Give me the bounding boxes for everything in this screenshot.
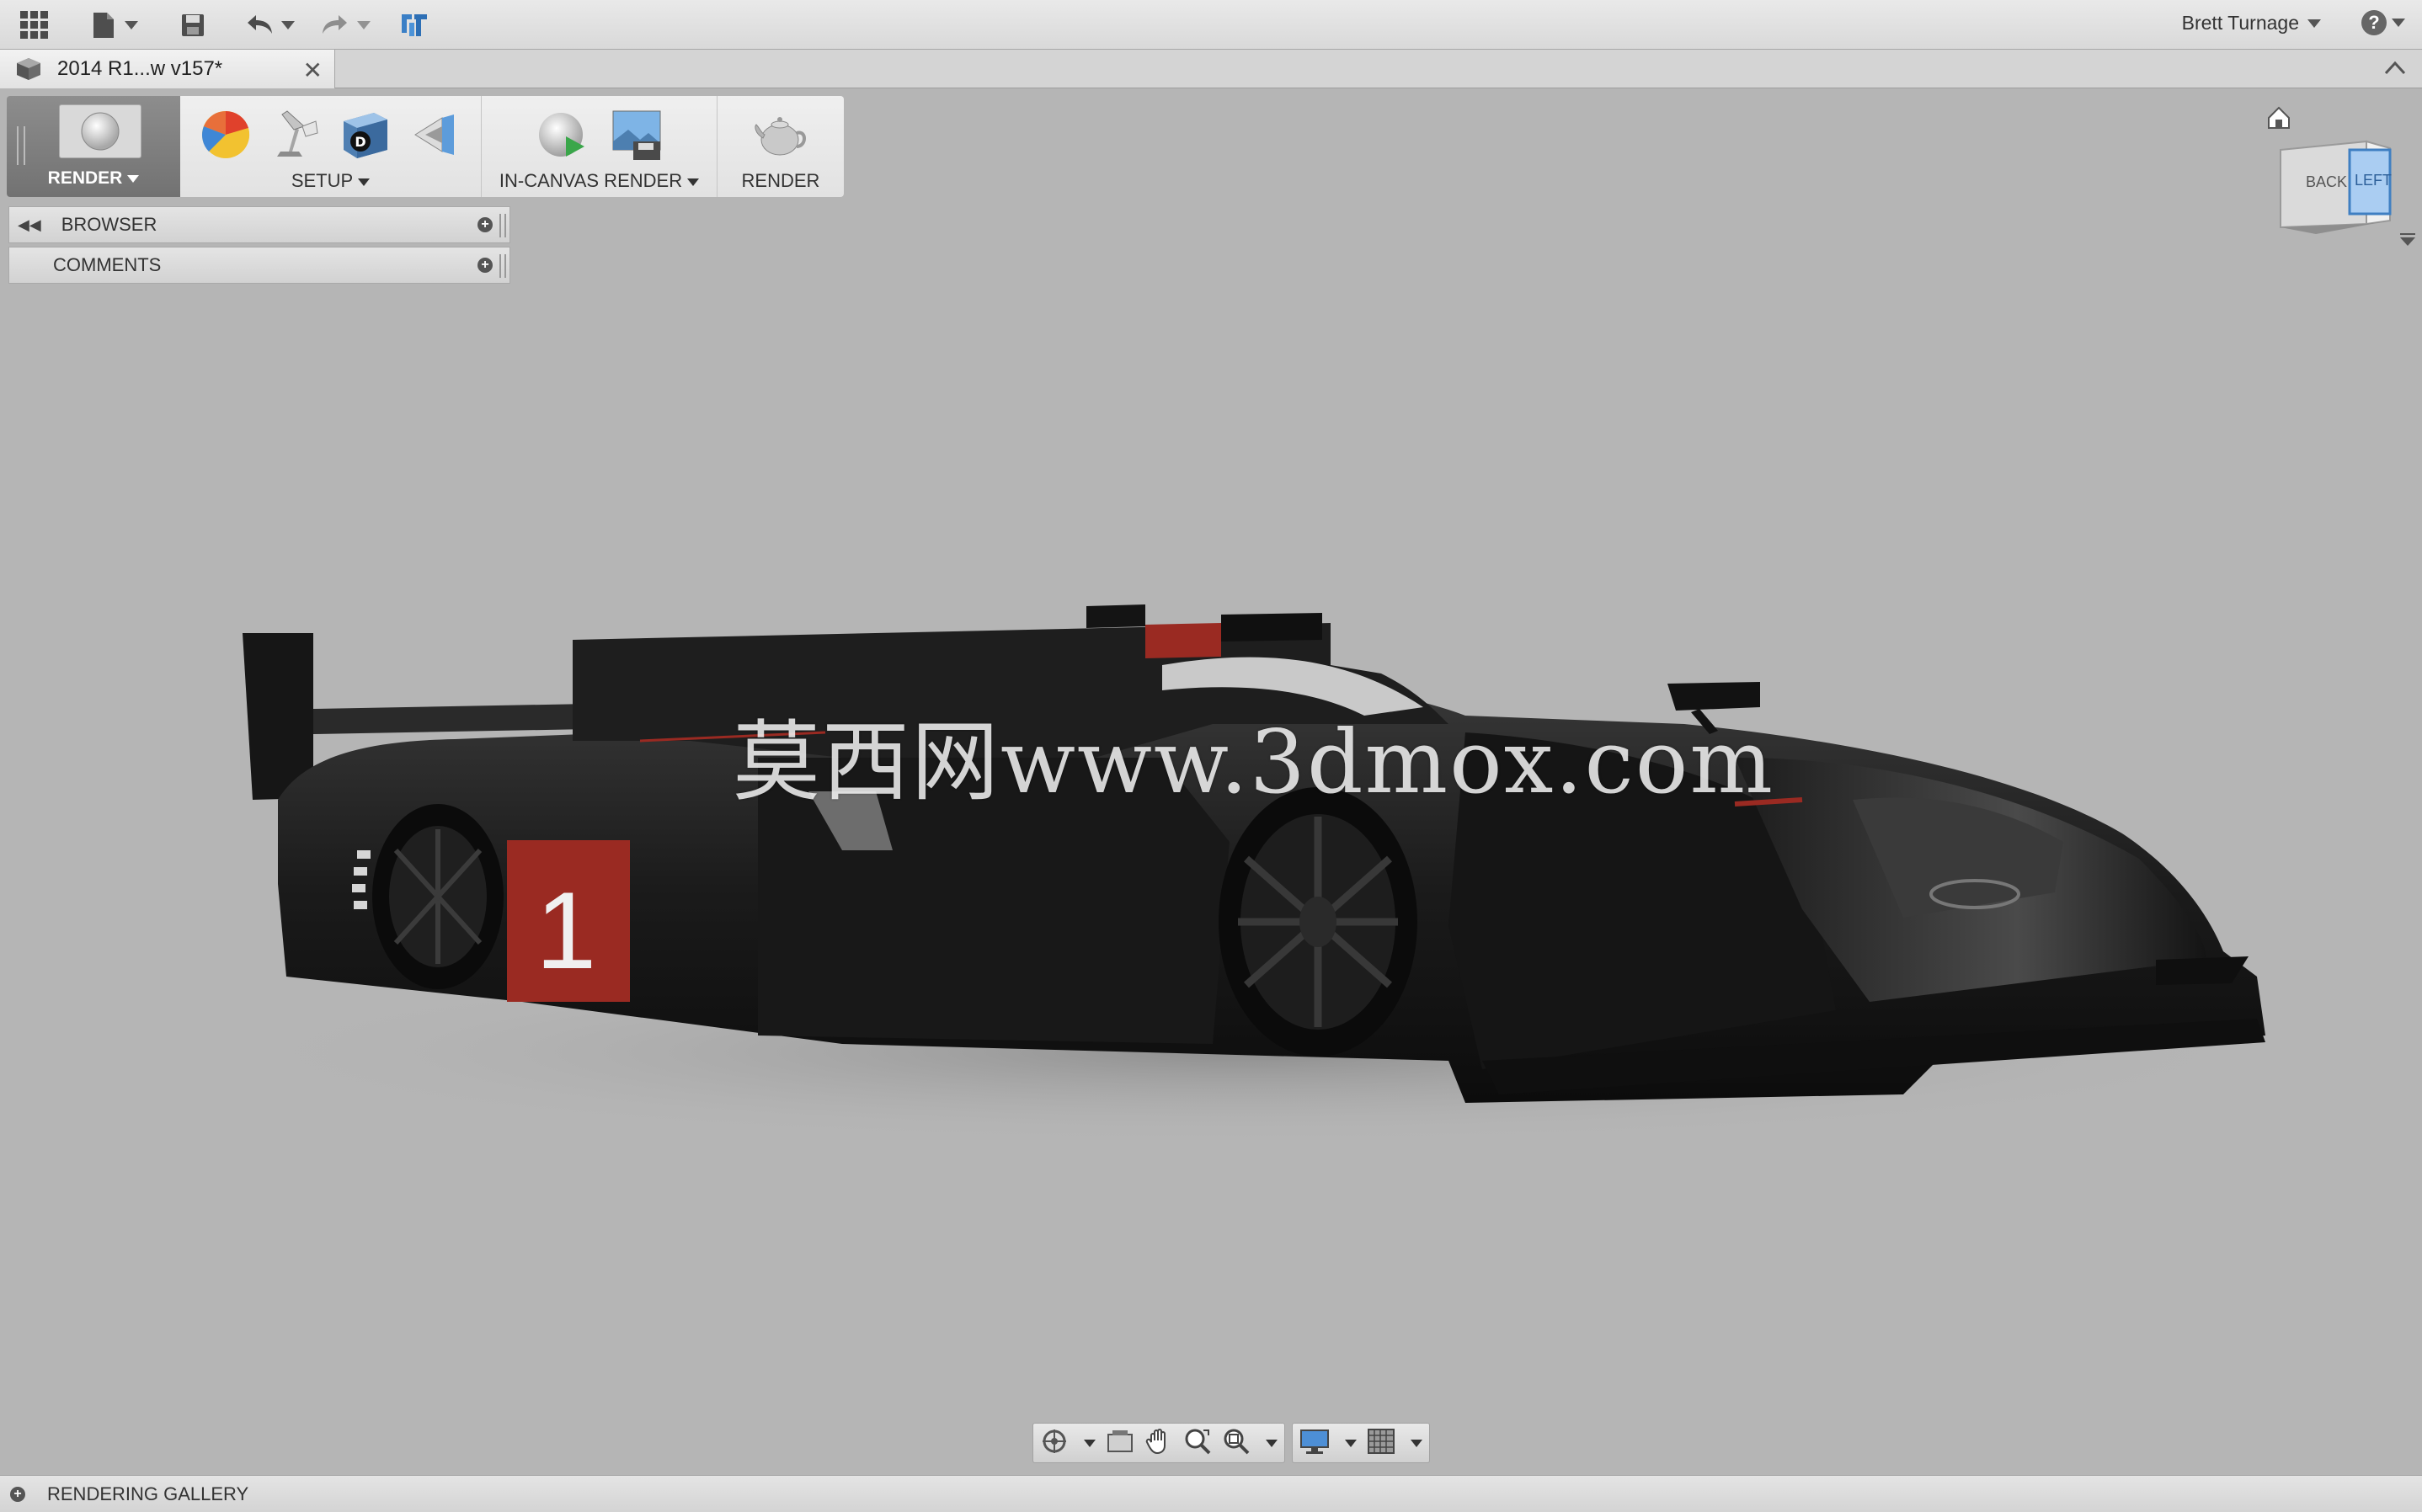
decal-icon[interactable] [408,108,462,166]
user-menu[interactable]: Brett Turnage [2182,12,2321,35]
chevron-up-icon[interactable] [2383,58,2407,81]
capture-image-icon[interactable] [610,108,664,166]
chevron-down-icon [357,21,371,29]
chevron-down-icon [281,21,295,29]
chevron-down-icon[interactable] [358,178,371,186]
collapse-icon[interactable]: ◀◀ [18,216,41,234]
svg-text:D: D [355,134,365,150]
help-menu[interactable]: ? [2361,10,2405,35]
view-cube-menu-icon[interactable] [2400,233,2415,246]
view-cube-left-face[interactable]: LEFT [2355,172,2392,189]
component-icon [17,58,40,80]
texture-map-icon[interactable]: D [339,108,392,166]
view-cube-back-face[interactable]: BACK [2306,173,2347,190]
chevron-down-icon [127,174,140,183]
look-at-icon[interactable] [1106,1428,1134,1459]
chevron-down-icon [125,21,138,29]
workspace-label: RENDER [47,168,123,188]
render-label[interactable]: RENDER [742,170,820,191]
ribbon-toolbar: RENDER D SETUP IN-CANVAS RENDER RENDER [7,96,844,197]
orbit-icon[interactable] [1040,1427,1069,1460]
render-workspace-icon [59,104,141,158]
car-number: 1 [536,869,596,992]
file-menu-button[interactable] [91,8,138,42]
grid-icon[interactable] [19,8,51,42]
grid-settings-icon[interactable] [1367,1428,1395,1459]
rendering-gallery-bar[interactable]: + RENDERING GALLERY [0,1475,2422,1512]
document-tab[interactable]: 2014 R1...w v157* ✕ [0,50,335,88]
undo-button[interactable] [244,8,295,42]
workspace-switcher[interactable]: RENDER [7,96,180,197]
panel-grip[interactable] [499,254,506,278]
in-canvas-render-icon[interactable] [536,108,589,166]
pan-icon[interactable] [1144,1427,1173,1460]
data-panel-icon[interactable] [399,8,429,42]
browser-label: BROWSER [61,214,157,235]
undo-icon [248,15,272,34]
document-title: 2014 R1...w v157* [57,57,223,80]
fit-icon[interactable] [1222,1427,1251,1460]
rendering-gallery-label: RENDERING GALLERY [47,1483,249,1504]
zoom-icon[interactable] [1183,1427,1212,1460]
chevron-down-icon [2392,19,2405,27]
view-cube[interactable]: BACK LEFT [2265,98,2417,249]
comments-panel[interactable]: COMMENTS + [8,247,510,284]
chevron-down-icon [2307,19,2321,28]
save-icon[interactable] [180,8,205,42]
redo-button[interactable] [320,8,371,42]
setup-label[interactable]: SETUP [291,170,353,191]
panel-grip[interactable] [499,214,506,237]
app-bar: Brett Turnage ? [0,0,2422,50]
display-settings-icon[interactable] [1299,1428,1330,1459]
home-icon[interactable] [2268,106,2290,129]
chevron-down-icon[interactable] [1345,1439,1357,1447]
chevron-down-icon[interactable] [1266,1439,1278,1447]
expand-icon[interactable]: + [10,1486,25,1502]
add-icon[interactable]: + [477,258,493,273]
navigation-bar [1032,1423,1430,1463]
render-panel: RENDER [718,96,844,197]
toolbar-grip[interactable] [17,126,25,165]
tab-strip: 2014 R1...w v157* ✕ [0,50,2422,88]
redo-icon [323,15,347,34]
help-icon: ? [2361,10,2387,35]
in-canvas-render-label[interactable]: IN-CANVAS RENDER [499,170,682,191]
appearance-icon[interactable] [199,108,253,166]
teapot-render-icon[interactable] [751,108,810,166]
comments-label: COMMENTS [53,254,162,275]
in-canvas-render-panel: IN-CANVAS RENDER [482,96,718,197]
add-icon[interactable]: + [477,217,493,232]
watermark: 莫西网www.3dmox.com [733,711,1774,813]
file-icon [93,13,114,38]
setup-panel: D SETUP [180,96,482,197]
chevron-down-icon[interactable] [687,178,700,186]
number-panel [507,840,630,1002]
browser-panel[interactable]: ◀◀ BROWSER + [8,206,510,243]
close-icon[interactable]: ✕ [303,56,323,84]
scene-settings-icon[interactable] [269,108,323,166]
chevron-down-icon[interactable] [1411,1439,1422,1447]
user-name: Brett Turnage [2181,12,2299,34]
chevron-down-icon[interactable] [1084,1439,1096,1447]
